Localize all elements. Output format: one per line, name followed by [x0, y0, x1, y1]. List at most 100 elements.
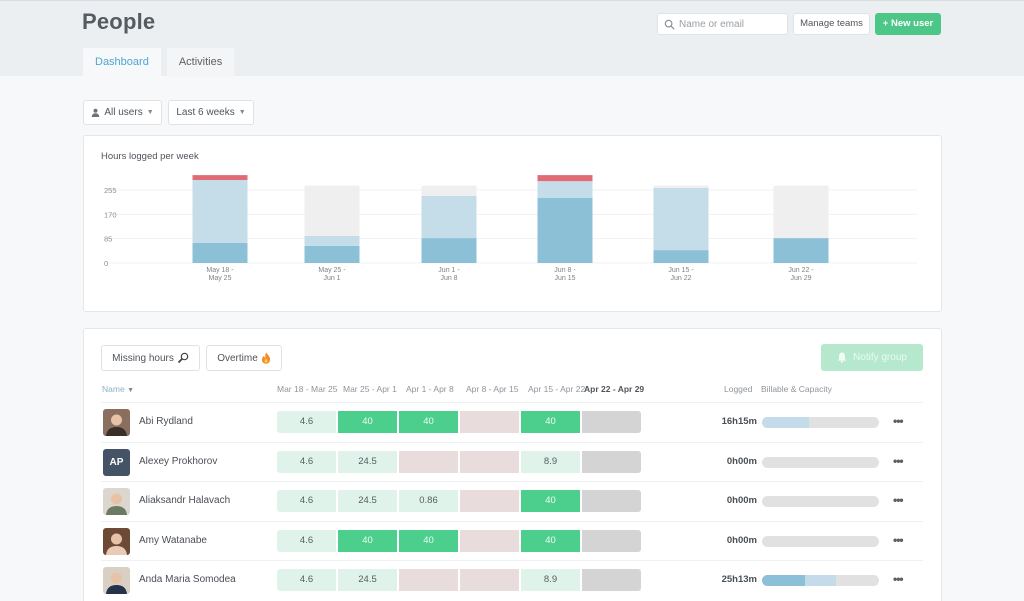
bell-icon	[837, 352, 847, 363]
more-options-icon[interactable]: •••	[893, 572, 904, 586]
name-column-header[interactable]: Name ▼	[102, 384, 134, 394]
week-hours-cell[interactable]: 8.9	[521, 569, 580, 591]
more-options-icon[interactable]: •••	[893, 533, 904, 547]
week-hours-cell[interactable]: 24.5	[338, 569, 397, 591]
week-hours-cell[interactable]: 40	[338, 529, 397, 552]
table-row[interactable]: Amy Watanabe 4.6 40 40 40 0h00m •••	[101, 520, 923, 560]
week-hours-cell[interactable]	[582, 450, 641, 473]
tab-dashboard[interactable]: Dashboard	[83, 48, 161, 77]
person-name[interactable]: Anda Maria Somodea	[139, 574, 236, 585]
bar-segment-billable[interactable]	[537, 198, 593, 263]
manage-teams-button[interactable]: Manage teams	[793, 13, 870, 35]
week-hours-cell[interactable]: 40	[338, 411, 397, 433]
week-hours-cell[interactable]: 40	[399, 411, 458, 433]
bar-segment-non-billable[interactable]	[421, 196, 477, 239]
bar-segment-billable[interactable]	[304, 245, 360, 263]
bar-segment-overtime[interactable]	[192, 175, 248, 180]
week-hours-cell[interactable]: 4.6	[277, 411, 336, 433]
week-hours-cells: 4.6 40 40 40	[277, 411, 641, 433]
week-hours-cell[interactable]	[460, 569, 519, 591]
notify-group-button[interactable]: Notify group	[821, 344, 923, 371]
y-tick-label: 0	[104, 259, 108, 268]
bar-segment-remaining-capacity[interactable]	[653, 185, 709, 188]
week-hours-cell[interactable]: 40	[521, 411, 580, 433]
page-header: People Dashboard Activities Manage teams…	[0, 0, 1024, 77]
bar-segment-billable[interactable]	[773, 238, 829, 263]
week-hours-cell[interactable]: 40	[399, 529, 458, 552]
logged-hours: 0h00m	[726, 455, 757, 467]
table-row[interactable]: AP Alexey Prokhorov 4.6 24.5 8.9 0h00m •••	[101, 441, 923, 481]
week-hours-cell[interactable]: 40	[521, 490, 580, 512]
bar-segment-non-billable[interactable]	[304, 235, 360, 246]
week-hours-cell[interactable]: 40	[521, 529, 580, 552]
person-name[interactable]: Alexey Prokhorov	[139, 456, 217, 467]
x-tick-label: May 25 -	[318, 267, 346, 274]
logged-hours: 25h13m	[721, 574, 757, 585]
overtime-filter-button[interactable]: Overtime	[206, 345, 282, 371]
bar-segment-remaining-capacity[interactable]	[773, 185, 829, 239]
person-name[interactable]: Aliaksandr Halavach	[139, 495, 230, 506]
bar-segment-non-billable[interactable]	[537, 181, 593, 199]
more-options-icon[interactable]: •••	[893, 414, 904, 428]
users-filter-dropdown[interactable]: All users ▼	[83, 100, 162, 125]
week-column-header: Apr 1 - Apr 8	[406, 384, 454, 394]
bar-segment-billable[interactable]	[421, 238, 477, 263]
bar-segment-non-billable[interactable]	[192, 179, 248, 243]
bar-segment-billable[interactable]	[653, 250, 709, 263]
name-header-label: Name	[102, 384, 125, 394]
avatar-image	[103, 488, 130, 515]
capacity-bar	[762, 417, 879, 428]
bar-segment-overtime[interactable]	[537, 175, 593, 182]
week-hours-cell[interactable]: 24.5	[338, 450, 397, 473]
bar-segment-remaining-capacity[interactable]	[421, 185, 477, 197]
week-hours-cell[interactable]	[399, 450, 458, 473]
search-input[interactable]	[679, 18, 779, 30]
bar-segment-remaining-capacity[interactable]	[304, 185, 360, 236]
week-hours-cell[interactable]	[582, 411, 641, 433]
week-hours-cell[interactable]: 8.9	[521, 450, 580, 473]
table-row[interactable]: Anda Maria Somodea 4.6 24.5 8.9 25h13m •••	[101, 560, 923, 599]
week-hours-cell[interactable]	[460, 490, 519, 512]
avatar-image	[103, 527, 130, 555]
table-row[interactable]: Abi Rydland 4.6 40 40 40 16h15m •••	[101, 402, 923, 441]
week-hours-cells: 4.6 24.5 8.9	[277, 450, 641, 473]
bar-segment-billable[interactable]	[192, 242, 248, 263]
capacity-bar	[762, 535, 879, 547]
week-hours-cell[interactable]	[582, 529, 641, 552]
search-box[interactable]	[657, 13, 788, 35]
more-options-icon[interactable]: •••	[893, 454, 904, 468]
week-hours-cells: 4.6 24.5 0.86 40	[277, 490, 641, 512]
week-hours-cell[interactable]: 0.86	[399, 490, 458, 512]
bar-segment-non-billable[interactable]	[653, 187, 709, 251]
week-hours-cell[interactable]: 24.5	[338, 490, 397, 512]
tab-activities[interactable]: Activities	[166, 48, 235, 77]
week-hours-cell[interactable]: 4.6	[277, 490, 336, 512]
x-tick-label: Jun 29	[790, 275, 811, 282]
x-tick-label: May 25	[209, 275, 232, 282]
person-name[interactable]: Amy Watanabe	[139, 535, 207, 546]
capacity-column-header: Billable & Capacity	[761, 384, 832, 394]
week-column-header: Mar 25 - Apr 1	[343, 384, 397, 394]
week-hours-cell[interactable]: 4.6	[277, 529, 336, 552]
x-tick-label: Jun 8 -	[554, 267, 576, 274]
week-hours-cell[interactable]	[582, 490, 641, 512]
week-hours-cell[interactable]	[460, 529, 519, 552]
new-user-button[interactable]: + New user	[875, 13, 941, 35]
fire-icon	[261, 352, 270, 364]
logged-hours: 16h15m	[721, 416, 757, 427]
week-hours-cell[interactable]	[460, 411, 519, 433]
capacity-bar-nonbillable	[762, 417, 809, 428]
table-row[interactable]: Aliaksandr Halavach 4.6 24.5 0.86 40 0h00m •••	[101, 481, 923, 520]
missing-hours-filter-button[interactable]: Missing hours	[101, 345, 200, 371]
week-hours-cell[interactable]: 4.6	[277, 569, 336, 591]
week-hours-cell[interactable]: 4.6	[277, 450, 336, 473]
week-hours-cell[interactable]	[460, 450, 519, 473]
more-options-icon[interactable]: •••	[893, 493, 904, 507]
week-hours-cell[interactable]	[582, 569, 641, 591]
period-filter-label: Last 6 weeks	[176, 107, 235, 118]
person-name[interactable]: Abi Rydland	[139, 416, 193, 427]
sort-caret-icon: ▼	[127, 387, 134, 394]
user-icon	[92, 108, 100, 117]
period-filter-dropdown[interactable]: Last 6 weeks ▼	[168, 100, 254, 125]
week-hours-cell[interactable]	[399, 569, 458, 591]
